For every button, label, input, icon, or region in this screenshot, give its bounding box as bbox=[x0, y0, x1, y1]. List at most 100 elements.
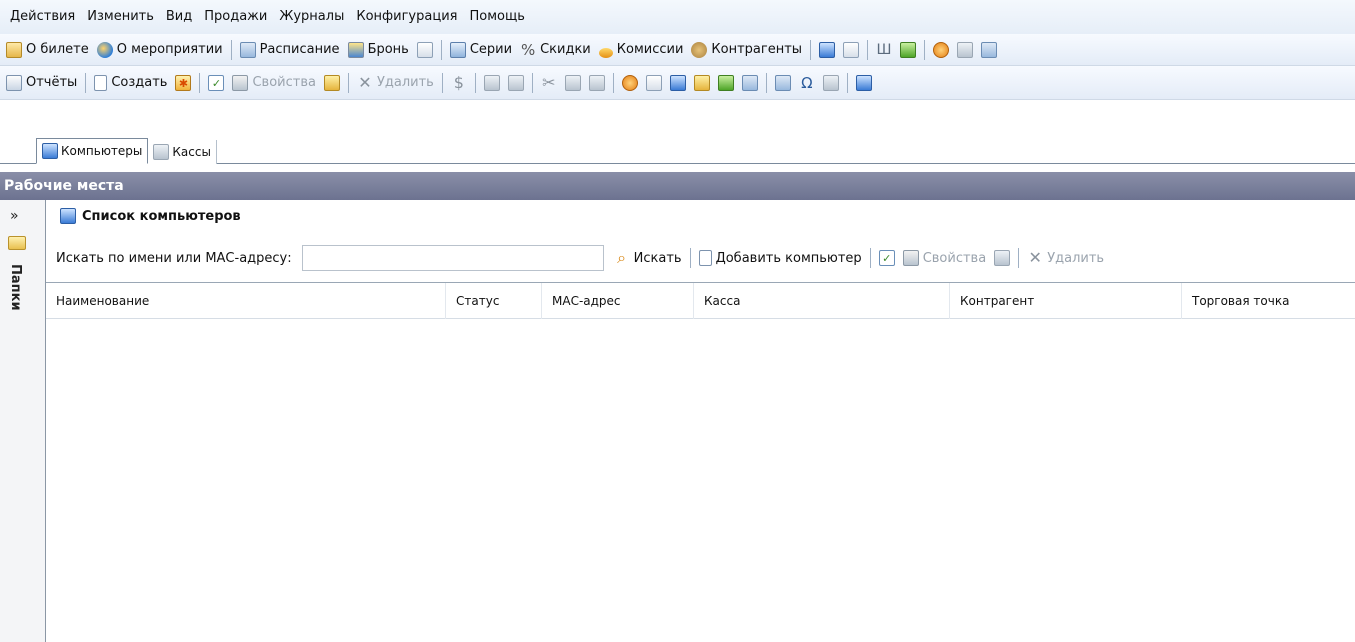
event-info-label: О мероприятии bbox=[116, 42, 223, 57]
panel-title: Рабочие места bbox=[0, 172, 1355, 200]
column-header-cash-register[interactable]: Касса bbox=[694, 282, 950, 319]
tab-computers[interactable]: Компьютеры bbox=[36, 138, 149, 164]
create-button[interactable]: Создать bbox=[90, 71, 171, 95]
tool-button-6[interactable] bbox=[738, 71, 762, 95]
edit-check-button[interactable]: ✓ bbox=[204, 71, 228, 95]
reports-button[interactable]: Отчёты bbox=[2, 71, 81, 95]
booking-button[interactable]: Бронь bbox=[344, 38, 413, 62]
tool-button-4[interactable] bbox=[690, 71, 714, 95]
computers-icon bbox=[42, 143, 58, 159]
copy-button[interactable] bbox=[561, 71, 585, 95]
toolbar1-button-a[interactable] bbox=[815, 38, 839, 62]
expand-button[interactable]: » bbox=[10, 208, 19, 224]
search-icon: ⌕ bbox=[617, 248, 627, 267]
toolbar-separator bbox=[85, 72, 87, 93]
columns-icon: Ш bbox=[876, 41, 892, 58]
discounts-label: Скидки bbox=[540, 42, 591, 57]
commissions-label: Комиссии bbox=[616, 42, 684, 57]
tool-button-7[interactable] bbox=[771, 71, 795, 95]
toolbar1-button-e[interactable] bbox=[929, 38, 953, 62]
edit-computer-button[interactable]: ✓ bbox=[875, 246, 899, 270]
column-header-partner[interactable]: Контрагент bbox=[950, 282, 1182, 319]
omega-icon: Ω bbox=[801, 73, 813, 92]
toolbar-separator bbox=[689, 248, 691, 268]
menu-actions[interactable]: Действия bbox=[4, 6, 81, 28]
search-input[interactable] bbox=[301, 245, 604, 271]
delete-button[interactable]: ✕ Удалить bbox=[353, 71, 438, 95]
calendar-icon bbox=[774, 74, 791, 91]
add-computer-label: Добавить компьютер bbox=[715, 250, 862, 266]
menu-sales[interactable]: Продажи bbox=[198, 6, 273, 28]
tool-button-8[interactable] bbox=[819, 71, 843, 95]
print-button[interactable] bbox=[504, 71, 528, 95]
toolbar-separator bbox=[765, 72, 767, 93]
document-icon bbox=[843, 41, 860, 58]
cut-button[interactable]: ✂ bbox=[537, 71, 561, 95]
search-button[interactable]: ⌕ Искать bbox=[610, 246, 686, 270]
computer-properties-button[interactable]: Свойства bbox=[899, 246, 991, 270]
toolbar1-button-b[interactable] bbox=[839, 38, 863, 62]
list-actions: ⌕ Искать Добавить компьютер ✓ Свойства ✕ bbox=[610, 246, 1108, 270]
ticket-icon bbox=[6, 41, 22, 58]
series-button[interactable]: Серии bbox=[446, 38, 516, 62]
folders-sidebar[interactable]: » Папки bbox=[0, 200, 46, 642]
toolbar-separator bbox=[810, 39, 812, 60]
schedule-button[interactable]: Расписание bbox=[236, 38, 344, 62]
image-icon bbox=[957, 41, 974, 58]
column-header-mac[interactable]: МАС-адрес bbox=[542, 282, 694, 319]
add-computer-button[interactable]: Добавить компьютер bbox=[695, 246, 866, 270]
seating-button[interactable] bbox=[413, 38, 437, 62]
new-document-icon bbox=[698, 250, 712, 266]
network-icon bbox=[669, 74, 686, 91]
column-header-name[interactable]: Наименование bbox=[46, 282, 446, 319]
currency-button[interactable]: $ bbox=[447, 71, 471, 95]
tool-button-5[interactable] bbox=[714, 71, 738, 95]
search-label: Искать по имени или МАС-адресу: bbox=[56, 250, 292, 266]
list-title-label: Список компьютеров bbox=[82, 208, 241, 224]
computers-table[interactable]: Наименование Статус МАС-адрес Касса Конт… bbox=[46, 282, 1355, 642]
tool-button-9[interactable] bbox=[852, 71, 876, 95]
tool-icon bbox=[621, 74, 638, 91]
ticket-info-button[interactable]: О билете bbox=[2, 38, 93, 62]
toolbar1-button-f[interactable] bbox=[953, 38, 977, 62]
event-icon bbox=[96, 41, 113, 58]
discounts-button[interactable]: % Скидки bbox=[516, 38, 595, 62]
tool-button-2[interactable] bbox=[642, 71, 666, 95]
toolbar1-button-g[interactable] bbox=[977, 38, 1001, 62]
map-icon bbox=[900, 41, 917, 58]
schedule-icon bbox=[239, 41, 256, 58]
toolbar1-button-c[interactable]: Ш bbox=[872, 38, 896, 62]
schedule-label: Расписание bbox=[259, 42, 340, 57]
partners-button[interactable]: Контрагенты bbox=[687, 38, 806, 62]
properties-icon bbox=[232, 74, 249, 91]
computer-folder-button[interactable] bbox=[990, 246, 1014, 270]
tab-cash-registers[interactable]: Кассы bbox=[148, 140, 217, 164]
menu-help[interactable]: Помощь bbox=[463, 6, 530, 28]
partners-label: Контрагенты bbox=[711, 42, 803, 57]
menu-view[interactable]: Вид bbox=[160, 6, 198, 28]
properties-icon bbox=[902, 250, 919, 266]
paste-button[interactable] bbox=[585, 71, 609, 95]
menu-journals[interactable]: Журналы bbox=[273, 6, 350, 28]
column-header-outlet[interactable]: Торговая точка bbox=[1182, 283, 1355, 319]
tool-button-3[interactable] bbox=[666, 71, 690, 95]
booking-label: Бронь bbox=[367, 42, 409, 57]
folder-button[interactable] bbox=[320, 71, 344, 95]
symbol-button[interactable]: Ω bbox=[795, 71, 819, 95]
folder-icon bbox=[994, 250, 1011, 266]
properties-button[interactable]: Свойства bbox=[228, 71, 320, 95]
printer-icon bbox=[507, 74, 524, 91]
folder-icon bbox=[8, 236, 26, 250]
folder-open-icon bbox=[323, 74, 340, 91]
event-info-button[interactable]: О мероприятии bbox=[93, 38, 227, 62]
preview-button[interactable] bbox=[480, 71, 504, 95]
commissions-button[interactable]: Комиссии bbox=[595, 38, 688, 62]
create-special-button[interactable]: ✱ bbox=[171, 71, 195, 95]
toolbar1-button-d[interactable] bbox=[896, 38, 920, 62]
menu-configuration[interactable]: Конфигурация bbox=[350, 6, 463, 28]
column-header-status[interactable]: Статус bbox=[446, 282, 542, 319]
menu-edit[interactable]: Изменить bbox=[81, 6, 160, 28]
tool-button-1[interactable] bbox=[618, 71, 642, 95]
percent-icon: % bbox=[520, 40, 536, 59]
delete-computer-button[interactable]: ✕ Удалить bbox=[1023, 246, 1108, 270]
